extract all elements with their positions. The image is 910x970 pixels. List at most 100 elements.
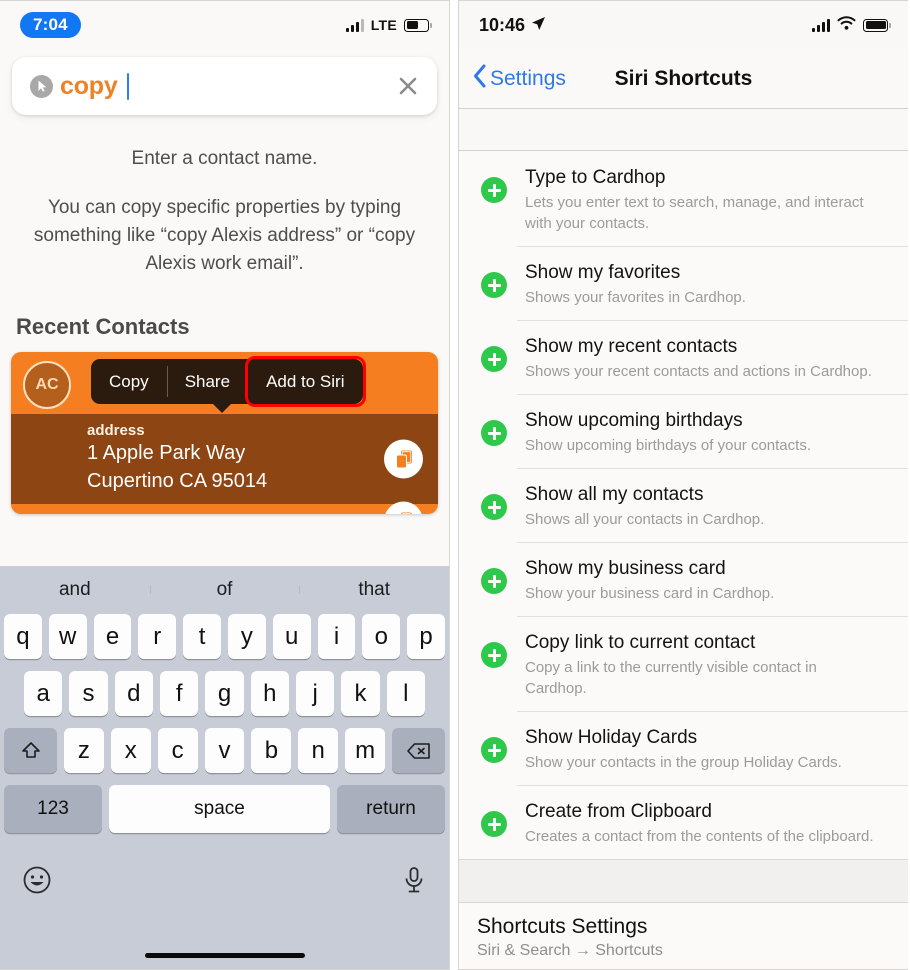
list-item[interactable]: Create from Clipboard Creates a contact …: [459, 785, 908, 859]
plus-circle-icon[interactable]: [481, 568, 507, 594]
contact-field-email[interactable]: email: [11, 501, 438, 514]
microphone-icon[interactable]: [401, 865, 427, 900]
search-input[interactable]: copy: [12, 57, 437, 115]
suggestion-and[interactable]: and: [0, 579, 150, 601]
right-status-bar: 10:46: [459, 1, 908, 49]
status-indicators: LTE: [345, 17, 432, 33]
key-x[interactable]: x: [110, 728, 151, 773]
key-u[interactable]: u: [272, 614, 311, 659]
contact-card[interactable]: AC Copy Share Add to Siri address 1 Appl…: [11, 352, 438, 514]
shift-arrow-icon[interactable]: [4, 728, 57, 773]
plus-circle-icon[interactable]: [481, 811, 507, 837]
shortcut-title: Show all my contacts: [525, 484, 704, 505]
shortcut-title: Type to Cardhop: [525, 167, 666, 188]
hint-text-block: Enter a contact name. You can copy speci…: [0, 148, 449, 278]
key-m[interactable]: m: [345, 728, 386, 773]
list-item[interactable]: Show my favorites Shows your favorites i…: [459, 246, 908, 320]
key-p[interactable]: p: [407, 614, 445, 659]
right-phone-screen: 10:46 Settings Siri Shortcuts Type to Ca…: [458, 0, 908, 970]
list-item[interactable]: Show my recent contacts Shows your recen…: [459, 320, 908, 394]
key-a[interactable]: a: [24, 671, 63, 716]
list-item[interactable]: Show all my contacts Shows all your cont…: [459, 468, 908, 542]
settings-row-subtitle: Siri & Search → Shortcuts: [477, 942, 663, 959]
smiley-face-icon[interactable]: [22, 865, 52, 900]
key-f[interactable]: f: [160, 671, 199, 716]
copy-documents-icon[interactable]: [384, 501, 423, 514]
status-indicators: [812, 15, 891, 35]
context-menu-item-copy[interactable]: Copy: [91, 359, 167, 404]
copy-documents-icon[interactable]: [384, 439, 423, 479]
key-k[interactable]: k: [341, 671, 380, 716]
plus-circle-icon[interactable]: [481, 346, 507, 372]
plus-circle-icon[interactable]: [481, 420, 507, 446]
key-s[interactable]: s: [69, 671, 108, 716]
key-numbers[interactable]: 123: [4, 785, 102, 833]
list-item[interactable]: Type to Cardhop Lets you enter text to s…: [459, 151, 908, 246]
plus-circle-icon[interactable]: [481, 494, 507, 520]
key-j[interactable]: j: [295, 671, 335, 716]
key-w[interactable]: w: [48, 614, 87, 659]
plus-circle-icon[interactable]: [481, 737, 507, 763]
suggestion-that[interactable]: that: [299, 579, 449, 601]
key-d[interactable]: d: [114, 671, 153, 716]
key-v[interactable]: v: [204, 728, 245, 773]
avatar[interactable]: AC: [23, 361, 71, 409]
cardhop-cursor-icon: [30, 74, 53, 98]
keyboard-footer: [0, 843, 449, 921]
list-item[interactable]: Show upcoming birthdays Show upcoming bi…: [459, 394, 908, 468]
list-item[interactable]: Show Holiday Cards Show your contacts in…: [459, 711, 908, 785]
contact-card-header: AC Copy Share Add to Siri: [11, 352, 438, 414]
shortcut-subtitle: Shows all your contacts in Cardhop.: [525, 511, 765, 528]
key-q[interactable]: q: [4, 614, 42, 659]
key-n[interactable]: n: [298, 728, 339, 773]
back-button[interactable]: Settings: [473, 64, 566, 94]
field-label: email: [87, 512, 378, 514]
context-menu-item-add-to-siri[interactable]: Add to Siri: [245, 356, 366, 407]
key-r[interactable]: r: [138, 614, 177, 659]
plus-circle-icon[interactable]: [481, 642, 507, 668]
field-value-line-2: Cupertino CA 95014: [87, 470, 268, 492]
key-z[interactable]: z: [64, 728, 104, 773]
key-c[interactable]: c: [157, 728, 198, 773]
key-space[interactable]: space: [109, 785, 330, 833]
key-g[interactable]: g: [205, 671, 244, 716]
shortcut-title: Show my recent contacts: [525, 336, 738, 357]
list-item[interactable]: Show my business card Show your business…: [459, 542, 908, 616]
shortcut-subtitle: Shows your recent contacts and actions i…: [525, 363, 872, 380]
key-e[interactable]: e: [93, 614, 132, 659]
plus-circle-icon[interactable]: [481, 272, 507, 298]
key-t[interactable]: t: [183, 614, 221, 659]
network-type-label: LTE: [370, 17, 397, 33]
recent-contacts-header: Recent Contacts: [16, 314, 190, 339]
close-x-icon[interactable]: [395, 73, 421, 99]
key-i[interactable]: i: [317, 614, 356, 659]
shortcut-subtitle: Creates a contact from the contents of t…: [525, 828, 874, 845]
screenshot-root: 7:04 LTE copy Enter a contact name. You …: [0, 0, 910, 970]
search-bar-container: copy: [0, 49, 449, 115]
context-menu-pointer: [211, 402, 233, 413]
contact-field-address[interactable]: address 1 Apple Park Way Cupertino CA 95…: [11, 414, 438, 504]
list-item[interactable]: Copy link to current contact Copy a link…: [459, 616, 908, 711]
key-o[interactable]: o: [362, 614, 401, 659]
shortcut-subtitle: Lets you enter text to search, manage, a…: [525, 194, 864, 232]
key-b[interactable]: b: [251, 728, 292, 773]
suggestion-of[interactable]: of: [149, 579, 300, 601]
shortcut-title: Create from Clipboard: [525, 801, 712, 822]
key-h[interactable]: h: [250, 671, 289, 716]
wifi-icon: [837, 15, 856, 35]
left-phone-screen: 7:04 LTE copy Enter a contact name. You …: [0, 0, 450, 970]
key-return[interactable]: return: [337, 785, 445, 833]
suggestion-bar: and of that: [0, 566, 449, 614]
plus-circle-icon[interactable]: [481, 177, 507, 203]
key-y[interactable]: y: [228, 614, 266, 659]
back-button-label: Settings: [490, 66, 566, 90]
keyboard-row-3: z x c v b n m: [0, 728, 449, 773]
key-l[interactable]: l: [386, 671, 425, 716]
delete-backspace-icon[interactable]: [392, 728, 446, 773]
keyboard-row-4: 123 space return: [0, 785, 449, 833]
shortcut-title: Show upcoming birthdays: [525, 410, 743, 431]
shortcuts-settings-row[interactable]: Shortcuts Settings Siri & Search → Short…: [459, 903, 908, 969]
location-arrow-icon: [531, 15, 546, 36]
field-label: address: [87, 422, 145, 439]
context-menu-item-share[interactable]: Share: [166, 359, 248, 404]
